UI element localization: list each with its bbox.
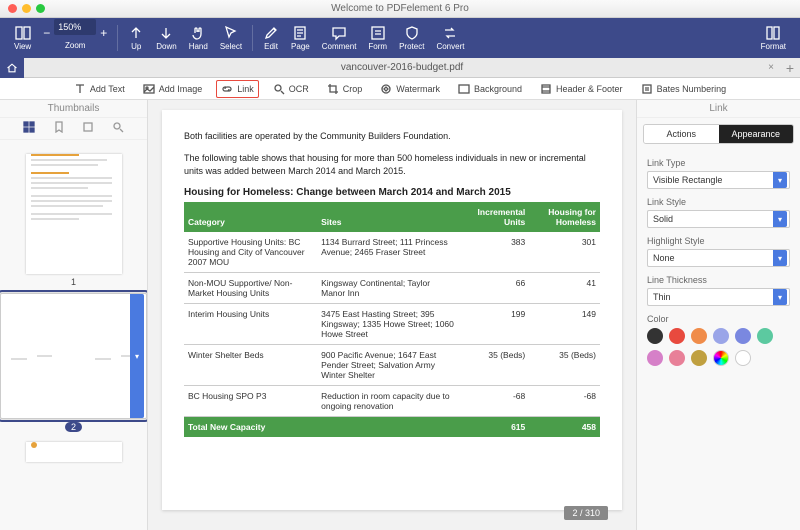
actions-tab[interactable]: Actions — [644, 125, 719, 143]
watermark-button[interactable]: Watermark — [376, 81, 444, 97]
paragraph: The following table shows that housing f… — [184, 152, 600, 179]
table-total-row: Total New Capacity615458 — [184, 416, 600, 437]
page-down-button[interactable]: Down — [150, 25, 182, 51]
window-titlebar: Welcome to PDFelement 6 Pro — [0, 0, 800, 18]
edit-sub-toolbar: Add Text Add Image Link OCR Crop Waterma… — [0, 78, 800, 100]
appearance-tab[interactable]: Appearance — [719, 125, 794, 143]
tab-strip: vancouver-2016-budget.pdf× + — [0, 58, 800, 78]
color-swatch[interactable] — [647, 350, 663, 366]
add-image-button[interactable]: Add Image — [139, 81, 207, 97]
comment-button[interactable]: Comment — [316, 25, 363, 51]
page-indicator: 2 / 310 — [564, 506, 608, 520]
thumbnail-1-number: 1 — [0, 277, 147, 287]
link-type-select[interactable]: Visible Rectangle — [647, 171, 790, 189]
background-button[interactable]: Background — [454, 81, 526, 97]
housing-table: Category Sites Incremental Units Housing… — [184, 202, 600, 437]
link-style-label: Link Style — [647, 197, 790, 207]
table-row: Non-MOU Supportive/ Non-Market Housing U… — [184, 272, 600, 303]
link-properties-panel: Link Actions Appearance Link Type Visibl… — [636, 100, 800, 530]
new-tab-button[interactable]: + — [780, 60, 800, 76]
thumbnails-sidebar: Thumbnails 1 — [0, 100, 148, 530]
highlight-style-label: Highlight Style — [647, 236, 790, 246]
page-up-button[interactable]: Up — [122, 25, 150, 51]
attachments-tab-icon[interactable] — [82, 121, 94, 136]
thumbnail-page-2[interactable] — [0, 293, 147, 419]
search-tab-icon[interactable] — [112, 121, 124, 136]
highlight-style-select[interactable]: None — [647, 249, 790, 267]
protect-button[interactable]: Protect — [393, 25, 430, 51]
table-row: Winter Shelter Beds900 Pacific Avenue; 1… — [184, 344, 600, 385]
add-text-button[interactable]: Add Text — [70, 81, 129, 97]
document-viewport[interactable]: Both facilities are operated by the Comm… — [148, 100, 636, 530]
color-swatches — [647, 328, 790, 366]
zoom-in-button[interactable]: + — [100, 26, 107, 40]
color-swatch[interactable] — [735, 350, 751, 366]
color-swatch[interactable] — [669, 350, 685, 366]
paragraph: Both facilities are operated by the Comm… — [184, 130, 600, 144]
color-swatch[interactable] — [713, 350, 729, 366]
header-footer-button[interactable]: Header & Footer — [536, 81, 627, 97]
thumbnail-page-1[interactable] — [26, 154, 122, 274]
color-swatch[interactable] — [713, 328, 729, 344]
color-swatch[interactable] — [669, 328, 685, 344]
zoom-group: − 150% + Zoom — [37, 26, 113, 50]
pdf-page: Both facilities are operated by the Comm… — [162, 110, 622, 510]
table-row: BC Housing SPO P3Reduction in room capac… — [184, 385, 600, 416]
page-button[interactable]: Page — [285, 25, 316, 51]
edit-button[interactable]: Edit — [257, 25, 285, 51]
table-title: Housing for Homeless: Change between Mar… — [184, 187, 600, 198]
sidebar-view-tabs — [0, 118, 147, 140]
panel-title: Link — [637, 100, 800, 118]
home-button[interactable] — [0, 58, 24, 78]
color-swatch[interactable] — [757, 328, 773, 344]
window-title: Welcome to PDFelement 6 Pro — [0, 3, 800, 14]
table-row: Supportive Housing Units: BC Housing and… — [184, 232, 600, 273]
bates-numbering-button[interactable]: Bates Numbering — [637, 81, 731, 97]
hand-tool-button[interactable]: Hand — [183, 25, 214, 51]
bookmarks-tab-icon[interactable] — [53, 121, 65, 136]
document-tab[interactable]: vancouver-2016-budget.pdf× — [24, 62, 780, 73]
link-type-label: Link Type — [647, 158, 790, 168]
view-button[interactable]: View — [8, 25, 37, 51]
separator — [117, 25, 118, 51]
color-label: Color — [647, 314, 790, 324]
crop-button[interactable]: Crop — [323, 81, 367, 97]
color-swatch[interactable] — [647, 328, 663, 344]
main-toolbar: View − 150% + Zoom Up Down Hand Select E… — [0, 18, 800, 58]
line-thickness-label: Line Thickness — [647, 275, 790, 285]
close-tab-button[interactable]: × — [768, 62, 774, 73]
link-style-select[interactable]: Solid — [647, 210, 790, 228]
ocr-button[interactable]: OCR — [269, 81, 313, 97]
thumbnail-page-3[interactable] — [26, 442, 122, 462]
convert-button[interactable]: Convert — [430, 25, 470, 51]
separator — [252, 25, 253, 51]
zoom-select[interactable]: 150% — [54, 19, 96, 35]
color-swatch[interactable] — [691, 328, 707, 344]
table-row: Interim Housing Units3475 East Hasting S… — [184, 303, 600, 344]
line-thickness-select[interactable]: Thin — [647, 288, 790, 306]
format-button[interactable]: Format — [755, 25, 792, 51]
thumbnails-tab-icon[interactable] — [23, 121, 35, 136]
color-swatch[interactable] — [735, 328, 751, 344]
panel-tab-switcher: Actions Appearance — [643, 124, 794, 144]
select-tool-button[interactable]: Select — [214, 25, 248, 51]
sidebar-title: Thumbnails — [0, 100, 147, 118]
zoom-out-button[interactable]: − — [43, 26, 50, 40]
link-button[interactable]: Link — [216, 80, 259, 98]
form-button[interactable]: Form — [362, 25, 393, 51]
thumbnail-2-number: 2 — [0, 422, 147, 432]
color-swatch[interactable] — [691, 350, 707, 366]
